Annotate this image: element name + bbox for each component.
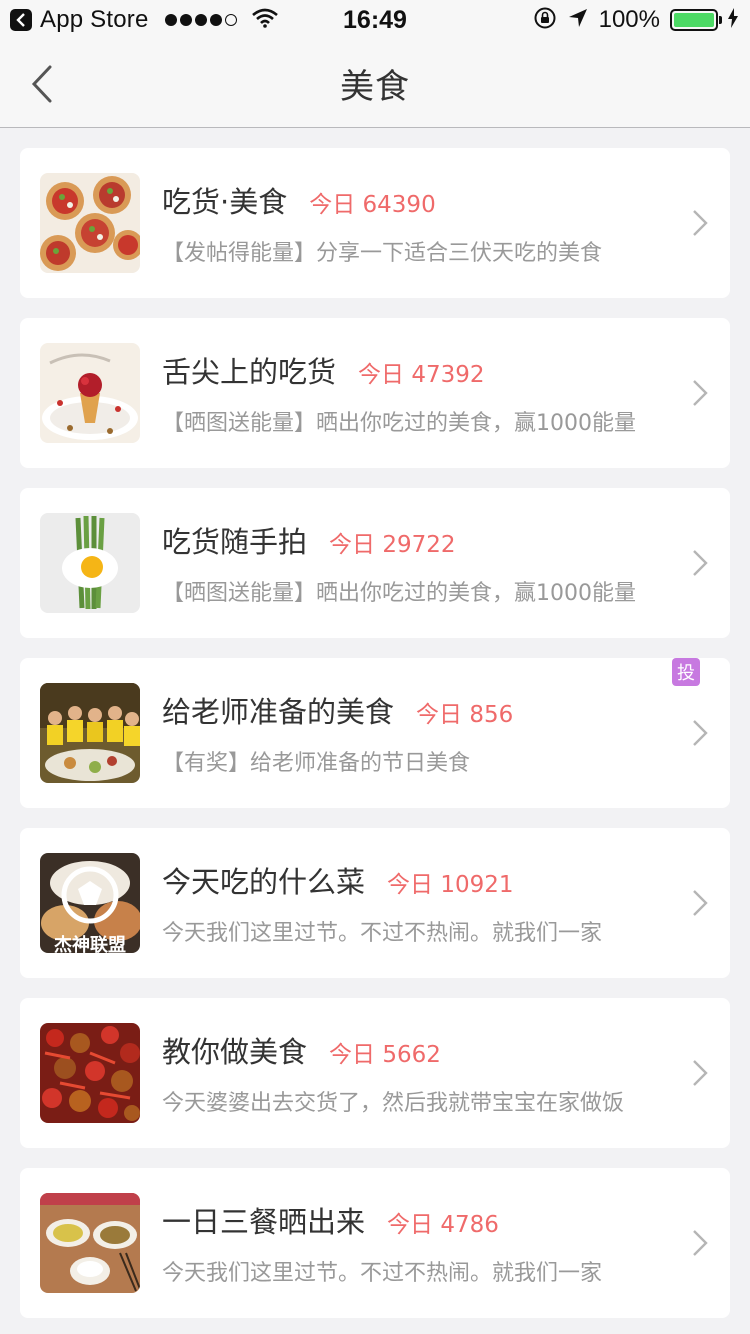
chevron-right-icon	[693, 550, 708, 576]
thumbnail-image	[40, 1193, 140, 1293]
thumbnail-image	[40, 513, 140, 613]
chevron-right-icon	[693, 890, 708, 916]
today-count: 今日 29722	[329, 532, 456, 558]
item-title: 吃货随手拍	[162, 525, 308, 559]
list-item[interactable]: 教你做美食 今日 5662 今天婆婆出去交货了，然后我就带宝宝在家做饭	[20, 998, 730, 1148]
thumbnail-image	[40, 343, 140, 443]
today-count: 今日 4786	[387, 1212, 499, 1238]
thumbnail-logo-text: 杰神联盟	[54, 934, 126, 953]
today-count: 今日 856	[416, 702, 514, 728]
item-title: 一日三餐晒出来	[162, 1205, 366, 1239]
battery-percentage: 100%	[598, 6, 660, 33]
chevron-left-icon	[31, 65, 52, 103]
today-count: 今日 47392	[358, 362, 485, 388]
thumbnail-image	[40, 173, 140, 273]
thumbnail-image	[40, 1023, 140, 1123]
item-description: 今天婆婆出去交货了，然后我就带宝宝在家做饭	[162, 1091, 625, 1116]
thumbnail-image	[40, 683, 140, 783]
item-title: 舌尖上的吃货	[162, 355, 337, 389]
list-item[interactable]: 杰神联盟 今天吃的什么菜 今日 10921 今天我们这里过节。不过不热闹。就我们…	[20, 828, 730, 978]
list-item[interactable]: 吃货·美食 今日 64390 【发帖得能量】分享一下适合三伏天吃的美食	[20, 148, 730, 298]
chevron-right-icon	[693, 1060, 708, 1086]
item-title: 给老师准备的美食	[162, 695, 395, 729]
status-bar: App Store 16:49 100%	[0, 0, 750, 40]
chevron-right-icon	[693, 380, 708, 406]
list-item[interactable]: 一日三餐晒出来 今日 4786 今天我们这里过节。不过不热闹。就我们一家	[20, 1168, 730, 1318]
item-description: 【晒图送能量】晒出你吃过的美食，赢1000能量	[162, 411, 636, 436]
chevron-right-icon	[693, 210, 708, 236]
today-count: 今日 5662	[329, 1042, 441, 1068]
thumbnail-image: 杰神联盟	[40, 853, 140, 953]
list-item[interactable]: 投 给老师准备的美食 今日 856 【有奖】给老师准备的节日美食	[20, 658, 730, 808]
item-description: 今天我们这里过节。不过不热闹。就我们一家	[162, 1261, 603, 1286]
navigation-bar: 美食	[0, 40, 750, 128]
item-description: 【晒图送能量】晒出你吃过的美食，赢1000能量	[162, 581, 636, 606]
today-count: 今日 10921	[387, 872, 514, 898]
charging-bolt-icon	[728, 7, 738, 33]
chevron-right-icon	[693, 720, 708, 746]
vote-badge: 投	[672, 658, 700, 686]
item-title: 吃货·美食	[162, 185, 288, 219]
location-arrow-icon	[567, 7, 589, 34]
rotation-lock-icon	[533, 6, 557, 35]
chevron-right-icon	[693, 1230, 708, 1256]
list-item[interactable]: 舌尖上的吃货 今日 47392 【晒图送能量】晒出你吃过的美食，赢1000能量	[20, 318, 730, 468]
item-title: 今天吃的什么菜	[162, 865, 366, 899]
today-count: 今日 64390	[309, 192, 436, 218]
item-description: 今天我们这里过节。不过不热闹。就我们一家	[162, 921, 603, 946]
page-title: 美食	[340, 67, 410, 107]
nav-back-button[interactable]	[22, 62, 62, 106]
item-description: 【发帖得能量】分享一下适合三伏天吃的美食	[162, 241, 603, 266]
category-list: 吃货·美食 今日 64390 【发帖得能量】分享一下适合三伏天吃的美食 舌尖上的…	[20, 148, 730, 1334]
list-item[interactable]: 吃货随手拍 今日 29722 【晒图送能量】晒出你吃过的美食，赢1000能量	[20, 488, 730, 638]
item-description: 【有奖】给老师准备的节日美食	[162, 751, 471, 776]
item-title: 教你做美食	[162, 1035, 308, 1069]
battery-icon	[670, 9, 722, 31]
